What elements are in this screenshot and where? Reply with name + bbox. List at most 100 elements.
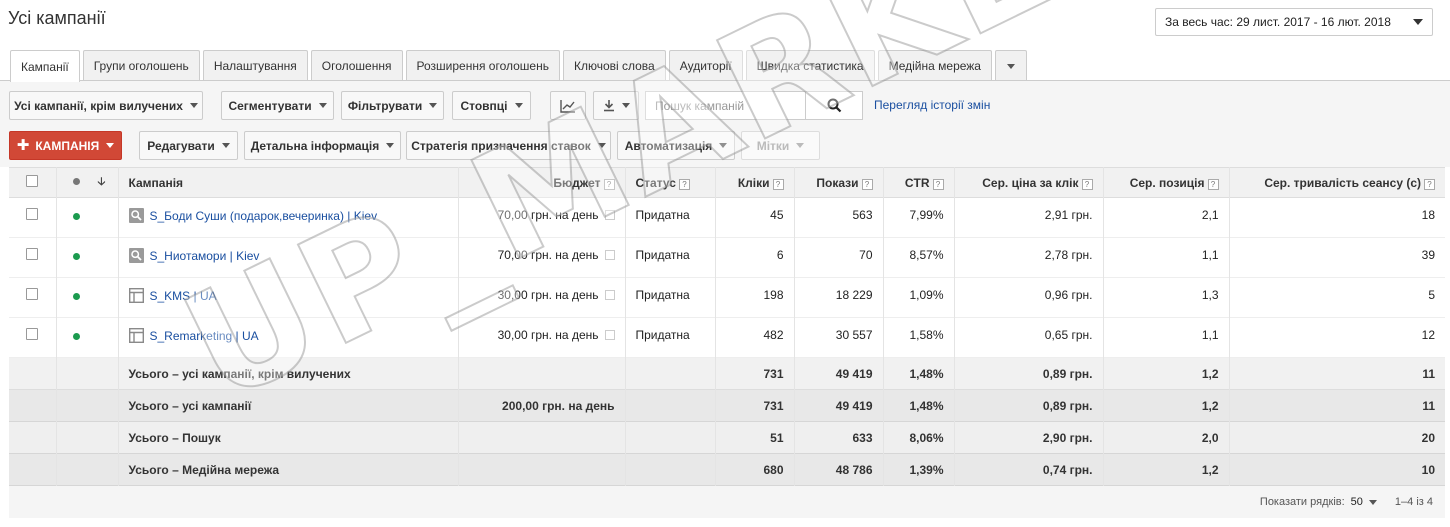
header-avg-cpc[interactable]: Сер. ціна за клік? — [954, 167, 1104, 198]
chart-button[interactable] — [550, 91, 586, 120]
header-avg-position[interactable]: Сер. позиція? — [1103, 167, 1230, 198]
avg-session-cell: 39 — [1421, 248, 1435, 262]
campaign-name-link[interactable]: S_Remarketing | UA — [150, 329, 259, 343]
campaign-filter-dropdown[interactable]: Усі кампанії, крім вилучених — [9, 91, 203, 120]
edit-budget-icon[interactable] — [604, 210, 615, 220]
tab-more[interactable] — [994, 50, 1027, 81]
header-campaign[interactable]: Кампанія — [118, 167, 459, 198]
row-checkbox[interactable] — [26, 248, 39, 260]
avg-position-cell: 1,1 — [1103, 317, 1230, 358]
help-icon[interactable]: ? — [772, 178, 784, 190]
header-budget[interactable]: Бюджет? — [458, 167, 626, 198]
columns-button[interactable]: Стовпці — [452, 91, 531, 120]
labels-button[interactable]: Мітки — [741, 131, 820, 160]
search-input[interactable] — [645, 91, 805, 120]
filter-button[interactable]: Фільтрувати — [341, 91, 444, 120]
bid-strategy-button[interactable]: Стратегія призначення ставок — [406, 131, 611, 160]
line-chart-icon — [560, 99, 575, 113]
total-impressions: 49 419 — [794, 389, 884, 422]
budget-value: 30,00 грн. на день — [497, 328, 599, 342]
edit-button[interactable]: Редагувати — [139, 131, 238, 160]
total-avg-position: 1,2 — [1103, 453, 1230, 486]
search-campaign-icon — [128, 248, 144, 263]
header-impressions-label: Покази — [816, 175, 859, 190]
total-row-all: Усього – усі кампанії 200,00 грн. на ден… — [9, 389, 1445, 422]
date-range-label: За весь час: 29 лист. 2017 - 16 лют. 201… — [1165, 15, 1391, 29]
total-clicks: 731 — [715, 357, 795, 390]
total-row-display: Усього – Медійна мережа 680 48 786 1,39%… — [9, 453, 1445, 486]
automation-label: Автоматизація — [624, 138, 713, 153]
campaign-filter-label: Усі кампанії, крім вилучених — [14, 98, 183, 113]
tab-bar: Кампанії Групи оголошень Налаштування Ог… — [10, 50, 1030, 82]
help-icon[interactable]: ? — [1207, 178, 1219, 190]
clicks-cell: 198 — [715, 277, 795, 318]
help-icon[interactable]: ? — [932, 178, 944, 190]
campaign-name-link[interactable]: S_Боди Суши (подарок,вечеринка) | Kiev — [150, 209, 378, 223]
help-icon[interactable]: ? — [678, 178, 690, 190]
select-all-checkbox[interactable] — [26, 175, 39, 187]
ctr-cell: 1,09% — [883, 277, 955, 318]
chevron-down-icon — [514, 103, 523, 108]
total-budget: 200,00 грн. на день — [458, 389, 626, 422]
details-button[interactable]: Детальна інформація — [244, 131, 401, 160]
ctr-cell: 7,99% — [883, 197, 955, 238]
header-avg-session[interactable]: Сер. тривалість сеансу (с)? — [1229, 168, 1445, 198]
tab-ad-groups[interactable]: Групи оголошень — [82, 50, 200, 81]
download-button[interactable] — [593, 91, 639, 120]
total-ctr: 1,39% — [883, 453, 955, 486]
header-campaign-label: Кампанія — [128, 175, 184, 190]
total-empty-cell — [9, 421, 57, 454]
chevron-down-icon — [719, 143, 728, 148]
total-label: Усього – Медійна мережа — [118, 453, 459, 486]
total-avg-position: 1,2 — [1103, 357, 1230, 390]
ctr-cell: 8,57% — [883, 237, 955, 278]
campaign-name-link[interactable]: S_KMS | UA — [150, 289, 217, 303]
budget-cell: 30,00 грн. на день — [458, 277, 626, 318]
status-text-cell: Придатна — [625, 317, 716, 358]
total-clicks: 51 — [715, 421, 795, 454]
tab-settings[interactable]: Налаштування — [202, 50, 308, 81]
header-impressions[interactable]: Покази? — [794, 167, 884, 198]
chevron-down-icon — [597, 143, 606, 148]
help-icon[interactable]: ? — [603, 178, 615, 190]
header-clicks[interactable]: Кліки? — [715, 167, 795, 198]
search-button[interactable] — [805, 91, 863, 120]
help-icon[interactable]: ? — [1424, 178, 1435, 190]
segment-button[interactable]: Сегментувати — [221, 91, 334, 120]
total-impressions: 633 — [794, 421, 884, 454]
edit-budget-icon[interactable] — [604, 290, 615, 300]
help-icon[interactable]: ? — [1081, 178, 1093, 190]
row-checkbox[interactable] — [26, 208, 39, 220]
rows-per-page-select[interactable]: 50 — [1351, 496, 1377, 508]
tab-campaigns[interactable]: Кампанії — [10, 50, 80, 82]
row-checkbox[interactable] — [26, 328, 39, 340]
campaign-name-link[interactable]: S_Ниотамори | Kiev — [150, 249, 260, 263]
tab-display-network[interactable]: Медійна мережа — [877, 50, 992, 81]
total-empty-cell — [625, 421, 716, 454]
tab-quick-stats[interactable]: Швидка статистика — [745, 50, 875, 81]
tab-audiences[interactable]: Аудиторії — [668, 50, 743, 81]
add-campaign-button[interactable]: ✚ КАМПАНІЯ — [9, 131, 122, 160]
row-select-cell — [9, 197, 57, 238]
total-row-active: Усього – усі кампанії, крім вилучених 73… — [9, 357, 1445, 390]
edit-budget-icon[interactable] — [604, 250, 615, 260]
tab-keywords[interactable]: Ключові слова — [562, 50, 666, 81]
tab-ads[interactable]: Оголошення — [310, 50, 403, 81]
header-status[interactable]: Статус? — [625, 167, 716, 198]
total-ctr: 1,48% — [883, 389, 955, 422]
help-icon[interactable]: ? — [861, 178, 873, 190]
budget-value: 70,00 грн. на день — [497, 208, 599, 222]
enabled-status-icon — [72, 293, 80, 300]
rows-per-page-label: Показати рядків: — [1259, 496, 1345, 508]
automation-button[interactable]: Автоматизація — [617, 131, 735, 160]
change-history-link[interactable]: Перегляд історії змін — [874, 98, 990, 112]
edit-budget-icon[interactable] — [604, 330, 615, 340]
campaign-cell: S_Боди Суши (подарок,вечеринка) | Kiev — [118, 197, 459, 238]
chevron-down-icon — [106, 143, 115, 148]
status-dot-header[interactable]: 🡣 — [56, 167, 119, 198]
total-empty-cell — [9, 453, 57, 486]
header-ctr[interactable]: CTR? — [883, 167, 955, 198]
date-range-picker[interactable]: За весь час: 29 лист. 2017 - 16 лют. 201… — [1155, 8, 1433, 36]
row-checkbox[interactable] — [26, 288, 39, 300]
tab-ad-extensions[interactable]: Розширення оголошень — [405, 50, 560, 81]
